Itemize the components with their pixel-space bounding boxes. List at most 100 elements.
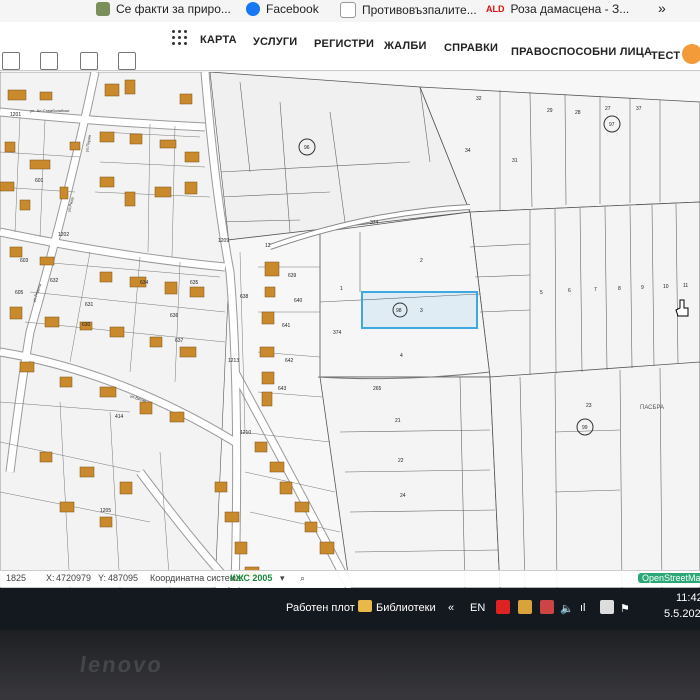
- nav-map[interactable]: КАРТА: [200, 34, 237, 46]
- parcel-label: 99: [582, 425, 588, 431]
- parcel-label: 7: [594, 287, 597, 293]
- nav-test[interactable]: ТЕСТ: [651, 50, 680, 62]
- parcel-label: 5: [540, 290, 543, 296]
- tray-security-icon[interactable]: [540, 600, 554, 614]
- parcel-label: 28: [575, 110, 581, 116]
- chevron-icon[interactable]: «: [448, 602, 454, 614]
- parcel-label: 9: [641, 285, 644, 291]
- parcel-label: 1205: [100, 508, 111, 514]
- street-label: ул. Ал.Стамболийски: [30, 108, 69, 113]
- parcel-label: 1213: [228, 358, 239, 364]
- nav-registers[interactable]: РЕГИСТРИ: [314, 38, 374, 50]
- map-status-bar: 1825 X: 4720979 Y: 487095 Координатна си…: [0, 570, 700, 587]
- x-coord-label: X:: [46, 573, 55, 583]
- bookmarks-overflow-button[interactable]: »: [658, 0, 666, 16]
- parcel-label: 603: [20, 258, 29, 264]
- bookmark-label: Се факти за приро...: [116, 2, 231, 16]
- layers-icon[interactable]: [2, 52, 20, 70]
- folder-icon[interactable]: [358, 600, 372, 612]
- parcel-label: 12: [265, 243, 271, 249]
- parcel-label: 27: [605, 106, 611, 112]
- parcel-label: 1: [340, 286, 343, 292]
- bookmark-item[interactable]: Се факти за приро...: [96, 2, 231, 16]
- parcel-label: 639: [288, 273, 297, 279]
- parcel-label: 6: [568, 288, 571, 294]
- parcel-label: 635: [190, 280, 199, 286]
- parcel-label: 37: [636, 106, 642, 112]
- tray-app-icon[interactable]: [518, 600, 532, 614]
- parcel-label: 4: [400, 353, 403, 359]
- nav-services[interactable]: УСЛУГИ: [253, 36, 297, 48]
- clock-date[interactable]: 5.5.2020: [664, 608, 700, 620]
- parcel-label: 24: [400, 493, 406, 499]
- parcel-label: 643: [278, 386, 287, 392]
- page-icon: [340, 2, 356, 18]
- parcel-label: 640: [294, 298, 303, 304]
- bookmark-item[interactable]: Противовъзпалите...: [340, 2, 477, 18]
- parcel-label: 2: [420, 258, 423, 264]
- y-coord-label: Y:: [98, 573, 107, 583]
- scale-value: 1825: [6, 573, 27, 583]
- network-icon[interactable]: ıl: [580, 602, 586, 614]
- parcel-label: 634: [140, 280, 149, 286]
- move-icon[interactable]: [40, 52, 58, 70]
- parcel-label: 8: [618, 286, 621, 292]
- region-label: ПАСБРА: [640, 405, 664, 411]
- print-icon[interactable]: [118, 52, 136, 70]
- browser-window: Се факти за приро... Facebook Противовъз…: [0, 0, 700, 598]
- site-navigation: КАРТА УСЛУГИ РЕГИСТРИ ЖАЛБИ СПРАВКИ ПРАВ…: [0, 22, 700, 71]
- bookmark-label: Роза дамасцена - З...: [510, 2, 630, 16]
- nav-licensed-persons[interactable]: ПРАВОСПОСОБНИ ЛИЦА: [511, 46, 652, 58]
- facebook-icon: [246, 2, 260, 16]
- grid-menu-icon[interactable]: [172, 30, 188, 46]
- parcel-label: 32: [476, 96, 482, 102]
- parcel-label: 637: [175, 338, 184, 344]
- export-icon[interactable]: [80, 52, 98, 70]
- parcel-label: 414: [115, 414, 124, 420]
- acrobat-icon[interactable]: [496, 600, 510, 614]
- bookmark-label: Facebook: [266, 2, 319, 16]
- parcel-label: 641: [282, 323, 291, 329]
- x-coord-value: 4720979: [56, 573, 92, 583]
- nav-complaints[interactable]: ЖАЛБИ: [384, 40, 427, 52]
- parcel-label: 31: [512, 158, 518, 164]
- desktop-toolbar[interactable]: Работен плот: [286, 602, 355, 614]
- cadastral-map[interactable]: 98 96 97 99 3 1 2 4 5 6 7 8 9 10 11 12 2…: [0, 72, 700, 588]
- hamburger-menu-icon[interactable]: [682, 44, 700, 64]
- crs-select[interactable]: КЖС 2005: [230, 573, 272, 583]
- parcel-label: 265: [373, 386, 382, 392]
- clock-time[interactable]: 11:42: [676, 592, 700, 604]
- lenovo-logo: lenovo: [78, 652, 165, 677]
- parcel-label: 10: [663, 284, 669, 290]
- parcel-label: 1202: [58, 232, 69, 238]
- volume-icon[interactable]: 🔈: [560, 602, 574, 615]
- parcel-label: 1201: [10, 112, 21, 118]
- parcel-label: 1209: [218, 238, 229, 244]
- chevron-down-icon[interactable]: ▾: [280, 573, 285, 584]
- parcel-label: 374: [370, 220, 379, 226]
- parcel-label: 23: [586, 403, 592, 409]
- windows-taskbar: Работен плот Библиотеки « EN 🔈 ıl ⚑ 11:4…: [0, 588, 700, 630]
- bookmark-item[interactable]: ALD Роза дамасцена - З...: [486, 2, 629, 16]
- parcel-label: 11: [683, 283, 688, 289]
- parcel-label: 631: [85, 302, 94, 308]
- nav-references[interactable]: СПРАВКИ: [444, 42, 498, 54]
- search-icon[interactable]: ⌕: [300, 573, 305, 584]
- tray-flag-icon[interactable]: ⚑: [620, 602, 630, 615]
- language-indicator[interactable]: EN: [470, 602, 485, 614]
- parcel-label: 632: [50, 278, 59, 284]
- osm-attribution[interactable]: OpenStreetMap: [638, 573, 700, 583]
- tray-icon[interactable]: [600, 600, 614, 614]
- parcel-label: 3: [420, 308, 423, 314]
- y-coord-value: 487095: [108, 573, 139, 583]
- ald-icon: ALD: [486, 4, 505, 14]
- bookmark-label: Противовъзпалите...: [362, 3, 477, 17]
- parcel-label: 601: [35, 178, 44, 184]
- libraries-toolbar[interactable]: Библиотеки: [376, 602, 436, 614]
- bookmark-item[interactable]: Facebook: [246, 2, 319, 16]
- parcel-label: 34: [465, 148, 471, 154]
- bookmarks-bar: Се факти за приро... Facebook Противовъз…: [0, 0, 700, 23]
- parcel-label: 638: [240, 294, 249, 300]
- parcel-label: 29: [547, 108, 553, 114]
- parcel-label: 22: [398, 458, 404, 464]
